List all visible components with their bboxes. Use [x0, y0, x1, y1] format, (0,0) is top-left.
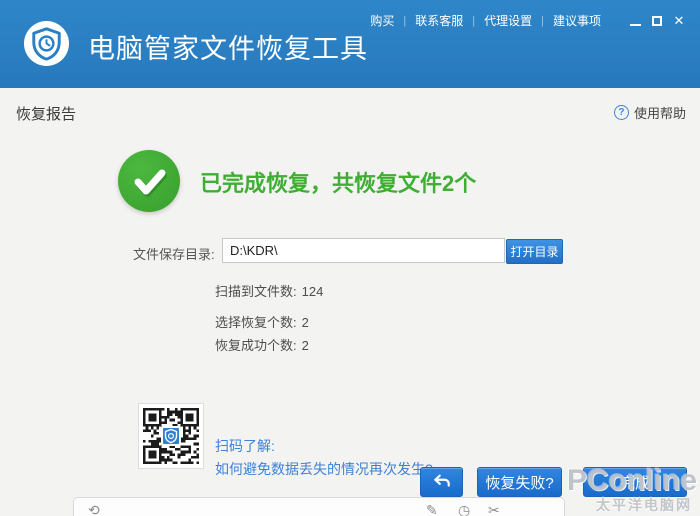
- stat-value: 2: [301, 338, 309, 353]
- success-check-icon: [118, 150, 180, 212]
- stat-label: 选择恢复个数:: [215, 315, 297, 330]
- partial-arc-icon: ⟲: [88, 502, 100, 516]
- menu-suggestions[interactable]: 建议事项: [544, 10, 610, 31]
- menu-buy[interactable]: 购买: [361, 10, 403, 31]
- help-question-icon: ?: [613, 105, 629, 120]
- background-window-strip[interactable]: ⟲ ✎ ◷ ✂: [73, 497, 565, 516]
- stat-label: 恢复成功个数:: [215, 338, 297, 353]
- undo-arrow-icon: [433, 474, 450, 487]
- save-directory-label: 文件保存目录:: [133, 247, 215, 262]
- minimize-button[interactable]: [624, 12, 646, 30]
- save-directory-input[interactable]: [222, 238, 505, 263]
- stat-files-scanned: 扫描到文件数: 124: [215, 281, 323, 300]
- stat-selected-count: 选择恢复个数: 2: [215, 312, 309, 331]
- maximize-button[interactable]: [646, 12, 668, 30]
- done-button[interactable]: 完成: [583, 467, 687, 497]
- open-directory-button[interactable]: 打开目录: [506, 239, 563, 264]
- menu-proxy-settings[interactable]: 代理设置: [475, 10, 541, 31]
- close-button[interactable]: ✕: [668, 12, 690, 30]
- partial-circle-icon: ◷: [458, 502, 471, 516]
- partial-pen-icon: ✎: [426, 502, 438, 516]
- app-logo-shield-clock-icon: [23, 20, 70, 67]
- usage-help-button[interactable]: ? 使用帮助: [613, 103, 686, 122]
- close-icon: ✕: [673, 13, 685, 28]
- app-title: 电脑管家文件恢复工具: [88, 34, 368, 64]
- partial-scissors-icon: ✂: [488, 502, 500, 516]
- page-title: 恢复报告: [16, 106, 77, 123]
- back-button[interactable]: [420, 467, 463, 497]
- minimize-icon: [629, 23, 641, 26]
- stat-value: 2: [301, 315, 309, 330]
- recovery-failed-button[interactable]: 恢复失败?: [477, 467, 562, 497]
- watermark-subtitle: 太平洋电脑网: [596, 497, 692, 513]
- title-bar-menu: 购买 | 联系客服 | 代理设置 | 建议事项 ✕: [361, 10, 690, 31]
- qr-question-link[interactable]: 如何避免数据丢失的情况再次发生?: [215, 459, 433, 479]
- stat-value: 124: [301, 284, 324, 299]
- qr-center-shield-icon: [161, 426, 181, 446]
- recovery-complete-message: 已完成恢复，共恢复文件2个: [200, 171, 477, 196]
- qr-caption: 扫码了解:: [215, 438, 275, 454]
- menu-contact-support[interactable]: 联系客服: [406, 10, 472, 31]
- qr-code: [138, 403, 204, 469]
- maximize-icon: [652, 15, 662, 26]
- stat-recovered-count: 恢复成功个数: 2: [215, 335, 309, 354]
- title-bar: 电脑管家文件恢复工具 购买 | 联系客服 | 代理设置 | 建议事项 ✕: [0, 0, 700, 88]
- usage-help-label: 使用帮助: [633, 106, 686, 121]
- stat-label: 扫描到文件数:: [215, 284, 297, 299]
- app-window: 电脑管家文件恢复工具 购买 | 联系客服 | 代理设置 | 建议事项 ✕ 恢复报…: [0, 0, 700, 516]
- window-controls: ✕: [624, 12, 690, 30]
